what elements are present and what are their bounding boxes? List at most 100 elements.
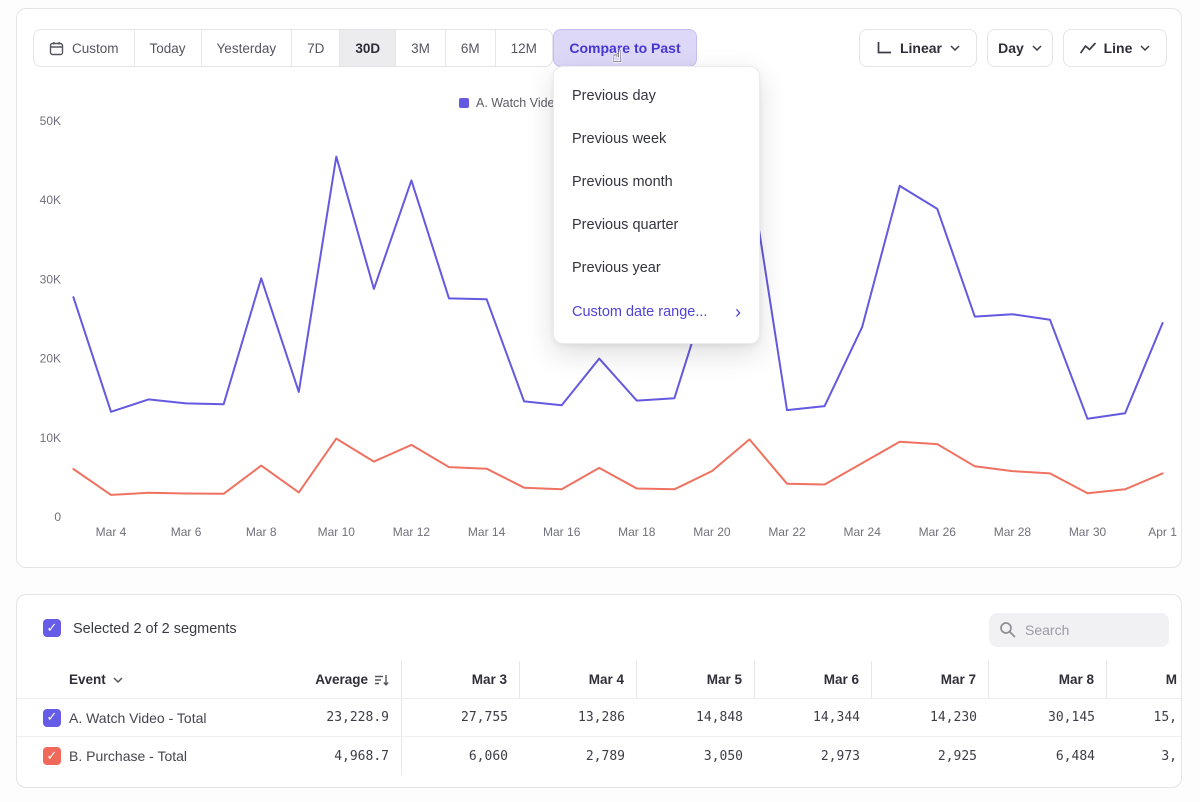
svg-text:Mar 10: Mar 10 bbox=[318, 525, 356, 539]
menu-item-previous-quarter[interactable]: Previous quarter bbox=[554, 204, 759, 247]
range-today[interactable]: Today bbox=[134, 30, 201, 66]
cell-value-partial: 3, bbox=[1107, 749, 1181, 764]
button-label: Linear bbox=[900, 40, 942, 56]
range-30d[interactable]: 30D bbox=[339, 30, 395, 66]
chart-type-line-button[interactable]: Line bbox=[1063, 29, 1167, 67]
svg-text:Mar 28: Mar 28 bbox=[994, 525, 1032, 539]
svg-text:Mar 6: Mar 6 bbox=[171, 525, 202, 539]
svg-text:Mar 26: Mar 26 bbox=[919, 525, 957, 539]
range-custom[interactable]: Custom bbox=[34, 30, 134, 66]
range-label: 6M bbox=[461, 41, 480, 56]
svg-text:Mar 20: Mar 20 bbox=[693, 525, 731, 539]
sort-icon bbox=[374, 673, 389, 687]
range-label: Today bbox=[150, 41, 186, 56]
svg-text:Mar 30: Mar 30 bbox=[1069, 525, 1107, 539]
date-range-group: Custom Today Yesterday 7D 30D 3M 6M 12M bbox=[33, 29, 553, 67]
svg-text:Mar 22: Mar 22 bbox=[768, 525, 806, 539]
compare-to-past-menu: Previous day Previous week Previous mont… bbox=[553, 66, 760, 344]
cell-value: 3,050 bbox=[637, 749, 755, 764]
cell-value: 6,484 bbox=[989, 749, 1107, 764]
range-3m[interactable]: 3M bbox=[395, 30, 445, 66]
svg-text:Mar 8: Mar 8 bbox=[246, 525, 277, 539]
calendar-icon bbox=[49, 41, 64, 56]
svg-text:40K: 40K bbox=[40, 193, 61, 207]
table-row-watch-video[interactable]: ✓ A. Watch Video - Total 23,228.9 27,755… bbox=[17, 699, 1181, 737]
range-label: Custom bbox=[72, 41, 119, 56]
column-header-mar-7[interactable]: Mar 7 bbox=[872, 661, 989, 698]
cell-value: 13,286 bbox=[520, 710, 637, 725]
column-header-mar-4[interactable]: Mar 4 bbox=[520, 661, 637, 698]
svg-text:20K: 20K bbox=[40, 352, 61, 366]
svg-text:Mar 12: Mar 12 bbox=[393, 525, 431, 539]
svg-text:Mar 24: Mar 24 bbox=[844, 525, 882, 539]
cell-value: 30,145 bbox=[989, 710, 1107, 725]
row-checkbox-cell: ✓ bbox=[17, 709, 69, 727]
chevron-down-icon bbox=[1140, 45, 1150, 51]
column-header-label: Average bbox=[315, 672, 368, 687]
menu-item-custom-date-range[interactable]: Custom date range... › bbox=[554, 290, 759, 333]
svg-text:Mar 14: Mar 14 bbox=[468, 525, 506, 539]
check-icon: ✓ bbox=[47, 750, 58, 763]
cell-value: 2,789 bbox=[520, 749, 637, 764]
cell-value: 6,060 bbox=[402, 749, 520, 764]
analytics-page: Custom Today Yesterday 7D 30D 3M 6M 12M … bbox=[0, 0, 1200, 802]
chevron-down-icon bbox=[113, 677, 123, 683]
range-12m[interactable]: 12M bbox=[495, 30, 552, 66]
svg-text:Mar 16: Mar 16 bbox=[543, 525, 581, 539]
range-label: Yesterday bbox=[217, 41, 277, 56]
range-6m[interactable]: 6M bbox=[445, 30, 495, 66]
column-header-label: Event bbox=[69, 672, 106, 687]
select-all-checkbox[interactable]: ✓ bbox=[43, 619, 61, 637]
row-checkbox-watch-video[interactable]: ✓ bbox=[43, 709, 61, 727]
table-header-row: Event Average Mar 3 Mar 4 Mar 5 Mar 6 Ma… bbox=[17, 661, 1181, 699]
interval-day-button[interactable]: Day bbox=[987, 29, 1053, 67]
button-label: Day bbox=[998, 40, 1024, 56]
column-header-mar-8[interactable]: Mar 8 bbox=[989, 661, 1107, 698]
column-header-mar-6[interactable]: Mar 6 bbox=[755, 661, 872, 698]
button-label: Line bbox=[1104, 40, 1133, 56]
svg-text:30K: 30K bbox=[40, 272, 61, 286]
chevron-down-icon bbox=[950, 45, 960, 51]
axis-icon bbox=[876, 41, 892, 55]
line-chart-icon bbox=[1080, 42, 1096, 54]
column-header-partial: M bbox=[1107, 672, 1181, 687]
column-header-mar-5[interactable]: Mar 5 bbox=[637, 661, 755, 698]
menu-item-previous-day[interactable]: Previous day bbox=[554, 75, 759, 118]
cell-value: 27,755 bbox=[402, 710, 520, 725]
svg-text:0: 0 bbox=[54, 510, 61, 524]
range-label: 12M bbox=[511, 41, 537, 56]
column-header-average[interactable]: Average bbox=[285, 661, 402, 698]
svg-text:Apr 1: Apr 1 bbox=[1148, 525, 1177, 539]
cell-value: 14,230 bbox=[872, 710, 989, 725]
svg-text:Mar 18: Mar 18 bbox=[618, 525, 656, 539]
cell-value: 14,848 bbox=[637, 710, 755, 725]
row-checkbox-cell: ✓ bbox=[17, 747, 69, 765]
search-icon bbox=[999, 621, 1016, 638]
cell-value: 2,973 bbox=[755, 749, 872, 764]
svg-text:10K: 10K bbox=[40, 431, 61, 445]
linear-scale-button[interactable]: Linear bbox=[859, 29, 977, 67]
cell-value-partial: 15, bbox=[1107, 710, 1181, 725]
compare-to-past-button[interactable]: Compare to Past bbox=[553, 29, 697, 67]
svg-text:50K: 50K bbox=[40, 114, 61, 128]
menu-item-previous-month[interactable]: Previous month bbox=[554, 161, 759, 204]
menu-item-previous-year[interactable]: Previous year bbox=[554, 247, 759, 290]
column-header-event[interactable]: Event bbox=[69, 672, 285, 687]
table-row-purchase[interactable]: ✓ B. Purchase - Total 4,968.7 6,060 2,78… bbox=[17, 737, 1181, 775]
menu-item-previous-week[interactable]: Previous week bbox=[554, 118, 759, 161]
cell-value: 14,344 bbox=[755, 710, 872, 725]
row-checkbox-purchase[interactable]: ✓ bbox=[43, 747, 61, 765]
search-input[interactable] bbox=[989, 613, 1169, 647]
menu-item-label: Custom date range... bbox=[572, 304, 707, 320]
event-label: A. Watch Video - Total bbox=[69, 710, 285, 726]
svg-text:Mar 4: Mar 4 bbox=[96, 525, 127, 539]
range-label: 3M bbox=[411, 41, 430, 56]
range-yesterday[interactable]: Yesterday bbox=[201, 30, 292, 66]
check-icon: ✓ bbox=[47, 622, 58, 635]
range-label: 30D bbox=[355, 41, 380, 56]
search-box bbox=[989, 613, 1169, 647]
cell-average: 23,228.9 bbox=[285, 699, 402, 736]
segments-selected-text: Selected 2 of 2 segments bbox=[73, 621, 237, 637]
range-7d[interactable]: 7D bbox=[291, 30, 339, 66]
column-header-mar-3[interactable]: Mar 3 bbox=[402, 661, 520, 698]
